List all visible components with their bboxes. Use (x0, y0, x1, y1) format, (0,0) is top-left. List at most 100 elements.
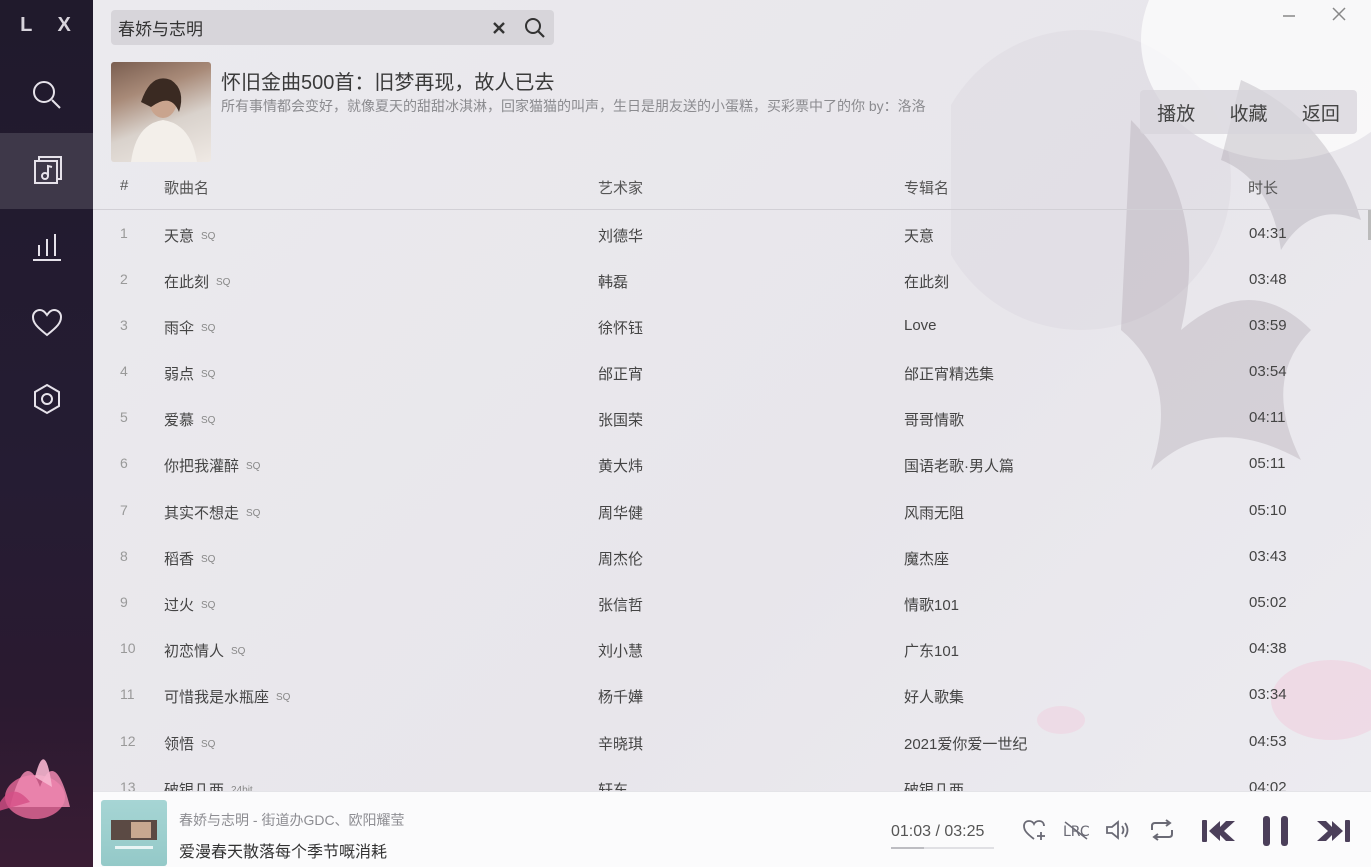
search-input[interactable] (111, 10, 482, 45)
song-list: 1 天意 SQ 刘德华 天意 04:31 2 在此刻 SQ 韩磊 在此刻 03:48… (93, 210, 1371, 791)
add-favorite-button[interactable] (1021, 816, 1049, 844)
row-num: 13 (120, 779, 136, 791)
settings-icon (33, 383, 60, 415)
table-row[interactable]: 8 稻香 SQ 周杰伦 魔杰座 03:43 (93, 533, 1371, 579)
prev-icon (1202, 820, 1235, 842)
quality-badge: SQ (201, 415, 216, 426)
header-album: 专辑名 (904, 180, 950, 197)
repeat-icon (1151, 819, 1173, 841)
row-num: 11 (120, 686, 135, 702)
row-name: 破银几两 24bit (164, 779, 253, 791)
search-clear-button[interactable] (482, 10, 516, 45)
repeat-mode-button[interactable] (1147, 816, 1177, 844)
table-row[interactable]: 5 爱慕 SQ 张国荣 哥哥情歌 04:11 (93, 394, 1371, 440)
table-row[interactable]: 10 初恋情人 SQ 刘小慧 广东101 04:38 (93, 625, 1371, 671)
row-album: 2021爱你爱一世纪 (904, 736, 1028, 753)
header-artist: 艺术家 (598, 180, 644, 197)
nav-leaderboard[interactable] (0, 209, 93, 285)
quality-badge: SQ (201, 323, 216, 334)
pause-icon (1263, 816, 1288, 846)
quality-badge: SQ (276, 692, 291, 703)
row-duration: 04:53 (1249, 733, 1287, 750)
now-playing-cover[interactable] (101, 800, 167, 866)
quality-badge: SQ (201, 554, 216, 565)
table-row[interactable]: 1 天意 SQ 刘德华 天意 04:31 (93, 210, 1371, 256)
desktop-lyric-button[interactable]: LRC (1061, 816, 1091, 844)
row-artist: 张信哲 (598, 597, 644, 614)
row-num: 5 (120, 409, 128, 425)
lotus-decoration-icon (0, 759, 70, 819)
row-name: 天意 SQ (164, 228, 216, 245)
back-button[interactable]: 返回 (1285, 90, 1357, 134)
nav-search[interactable] (0, 57, 93, 133)
row-album: Love (904, 317, 937, 334)
window-close-button[interactable] (1325, 2, 1353, 26)
table-row[interactable]: 13 破银几两 24bit 轩东 破银几两 04:02 (93, 764, 1371, 791)
table-row[interactable]: 12 领悟 SQ 辛晓琪 2021爱你爱一世纪 04:53 (93, 718, 1371, 764)
volume-button[interactable] (1103, 816, 1133, 844)
next-track-button[interactable] (1313, 816, 1353, 846)
window-minimize-button[interactable] (1275, 2, 1303, 26)
previous-track-button[interactable] (1199, 816, 1239, 846)
playlist-description: 所有事情都会变好，就像夏天的甜甜冰淇淋，回家猫猫的叫声，生日是朋友送的小蛋糕，买… (221, 98, 926, 114)
header-num: # (120, 177, 129, 194)
quality-badge: SQ (231, 646, 246, 657)
search-icon (32, 81, 61, 109)
row-num: 6 (120, 455, 128, 471)
row-num: 4 (120, 363, 128, 379)
row-name: 弱点 SQ (164, 366, 216, 383)
row-duration: 04:11 (1249, 409, 1286, 426)
play-all-button[interactable]: 播放 (1140, 90, 1212, 134)
row-duration: 04:38 (1249, 640, 1287, 657)
row-album: 好人歌集 (904, 689, 965, 706)
row-num: 3 (120, 317, 128, 333)
row-name: 稻香 SQ (164, 551, 216, 568)
row-album: 广东101 (904, 643, 960, 660)
table-row[interactable]: 9 过火 SQ 张信哲 情歌101 05:02 (93, 579, 1371, 625)
quality-badge: SQ (216, 277, 231, 288)
app-logo: L X (20, 14, 81, 36)
table-row[interactable]: 11 可惜我是水瓶座 SQ 杨千嬅 好人歌集 03:34 (93, 671, 1371, 717)
row-name: 其实不想走 SQ (164, 505, 261, 522)
row-num: 9 (120, 594, 128, 610)
nav-favorites[interactable] (0, 285, 93, 361)
row-duration: 03:54 (1249, 363, 1287, 380)
quality-badge: SQ (246, 508, 261, 519)
row-duration: 03:48 (1249, 271, 1287, 288)
table-row[interactable]: 7 其实不想走 SQ 周华健 风雨无阻 05:10 (93, 487, 1371, 533)
row-album: 破银几两 (904, 782, 965, 791)
row-name: 你把我灌醉 SQ (164, 458, 261, 475)
app-window: L X 春娇与志明 怀旧金曲500首：旧梦再现，故人已去 所有事情都会变好，就像… (0, 0, 1371, 867)
nav-settings[interactable] (0, 361, 93, 437)
collect-button[interactable]: 收藏 (1212, 90, 1284, 134)
playback-time: 01:03 / 03:25 (891, 823, 985, 840)
leaderboard-icon (32, 234, 61, 261)
table-row[interactable]: 4 弱点 SQ 邰正宵 邰正宵精选集 03:54 (93, 348, 1371, 394)
row-name: 爱慕 SQ (164, 412, 216, 429)
row-artist: 黄大炜 (598, 458, 644, 475)
table-row[interactable]: 3 雨伞 SQ 徐怀钰 Love 03:59 (93, 302, 1371, 348)
row-album: 邰正宵精选集 (904, 366, 995, 383)
row-name: 初恋情人 SQ (164, 643, 246, 660)
row-name: 可惜我是水瓶座 SQ (164, 689, 291, 706)
row-name: 雨伞 SQ (164, 320, 216, 337)
now-playing-title: 春娇与志明 - 街道办GDC、欧阳耀莹 (179, 812, 405, 828)
row-artist: 杨千嬅 (598, 689, 644, 706)
row-artist: 刘德华 (598, 228, 644, 245)
add-favorite-icon (1023, 820, 1045, 840)
table-row[interactable]: 2 在此刻 SQ 韩磊 在此刻 03:48 (93, 256, 1371, 302)
row-duration: 03:59 (1249, 317, 1287, 334)
search-button[interactable] (516, 10, 554, 45)
current-lyric: 爱漫春天散落每个季节嘅消耗 (179, 844, 388, 861)
row-duration: 05:02 (1249, 594, 1287, 611)
row-duration: 05:11 (1249, 455, 1286, 472)
volume-icon (1106, 820, 1129, 840)
pause-button[interactable] (1257, 814, 1295, 848)
nav-song-list[interactable] (0, 133, 93, 209)
progress-bar[interactable] (891, 847, 994, 849)
table-row[interactable]: 6 你把我灌醉 SQ 黄大炜 国语老歌·男人篇 05:11 (93, 440, 1371, 486)
sidebar: L X (0, 0, 93, 867)
playlist-actions: 播放 收藏 返回 (1140, 90, 1357, 134)
row-artist: 韩磊 (598, 274, 629, 291)
search-box (111, 10, 554, 45)
